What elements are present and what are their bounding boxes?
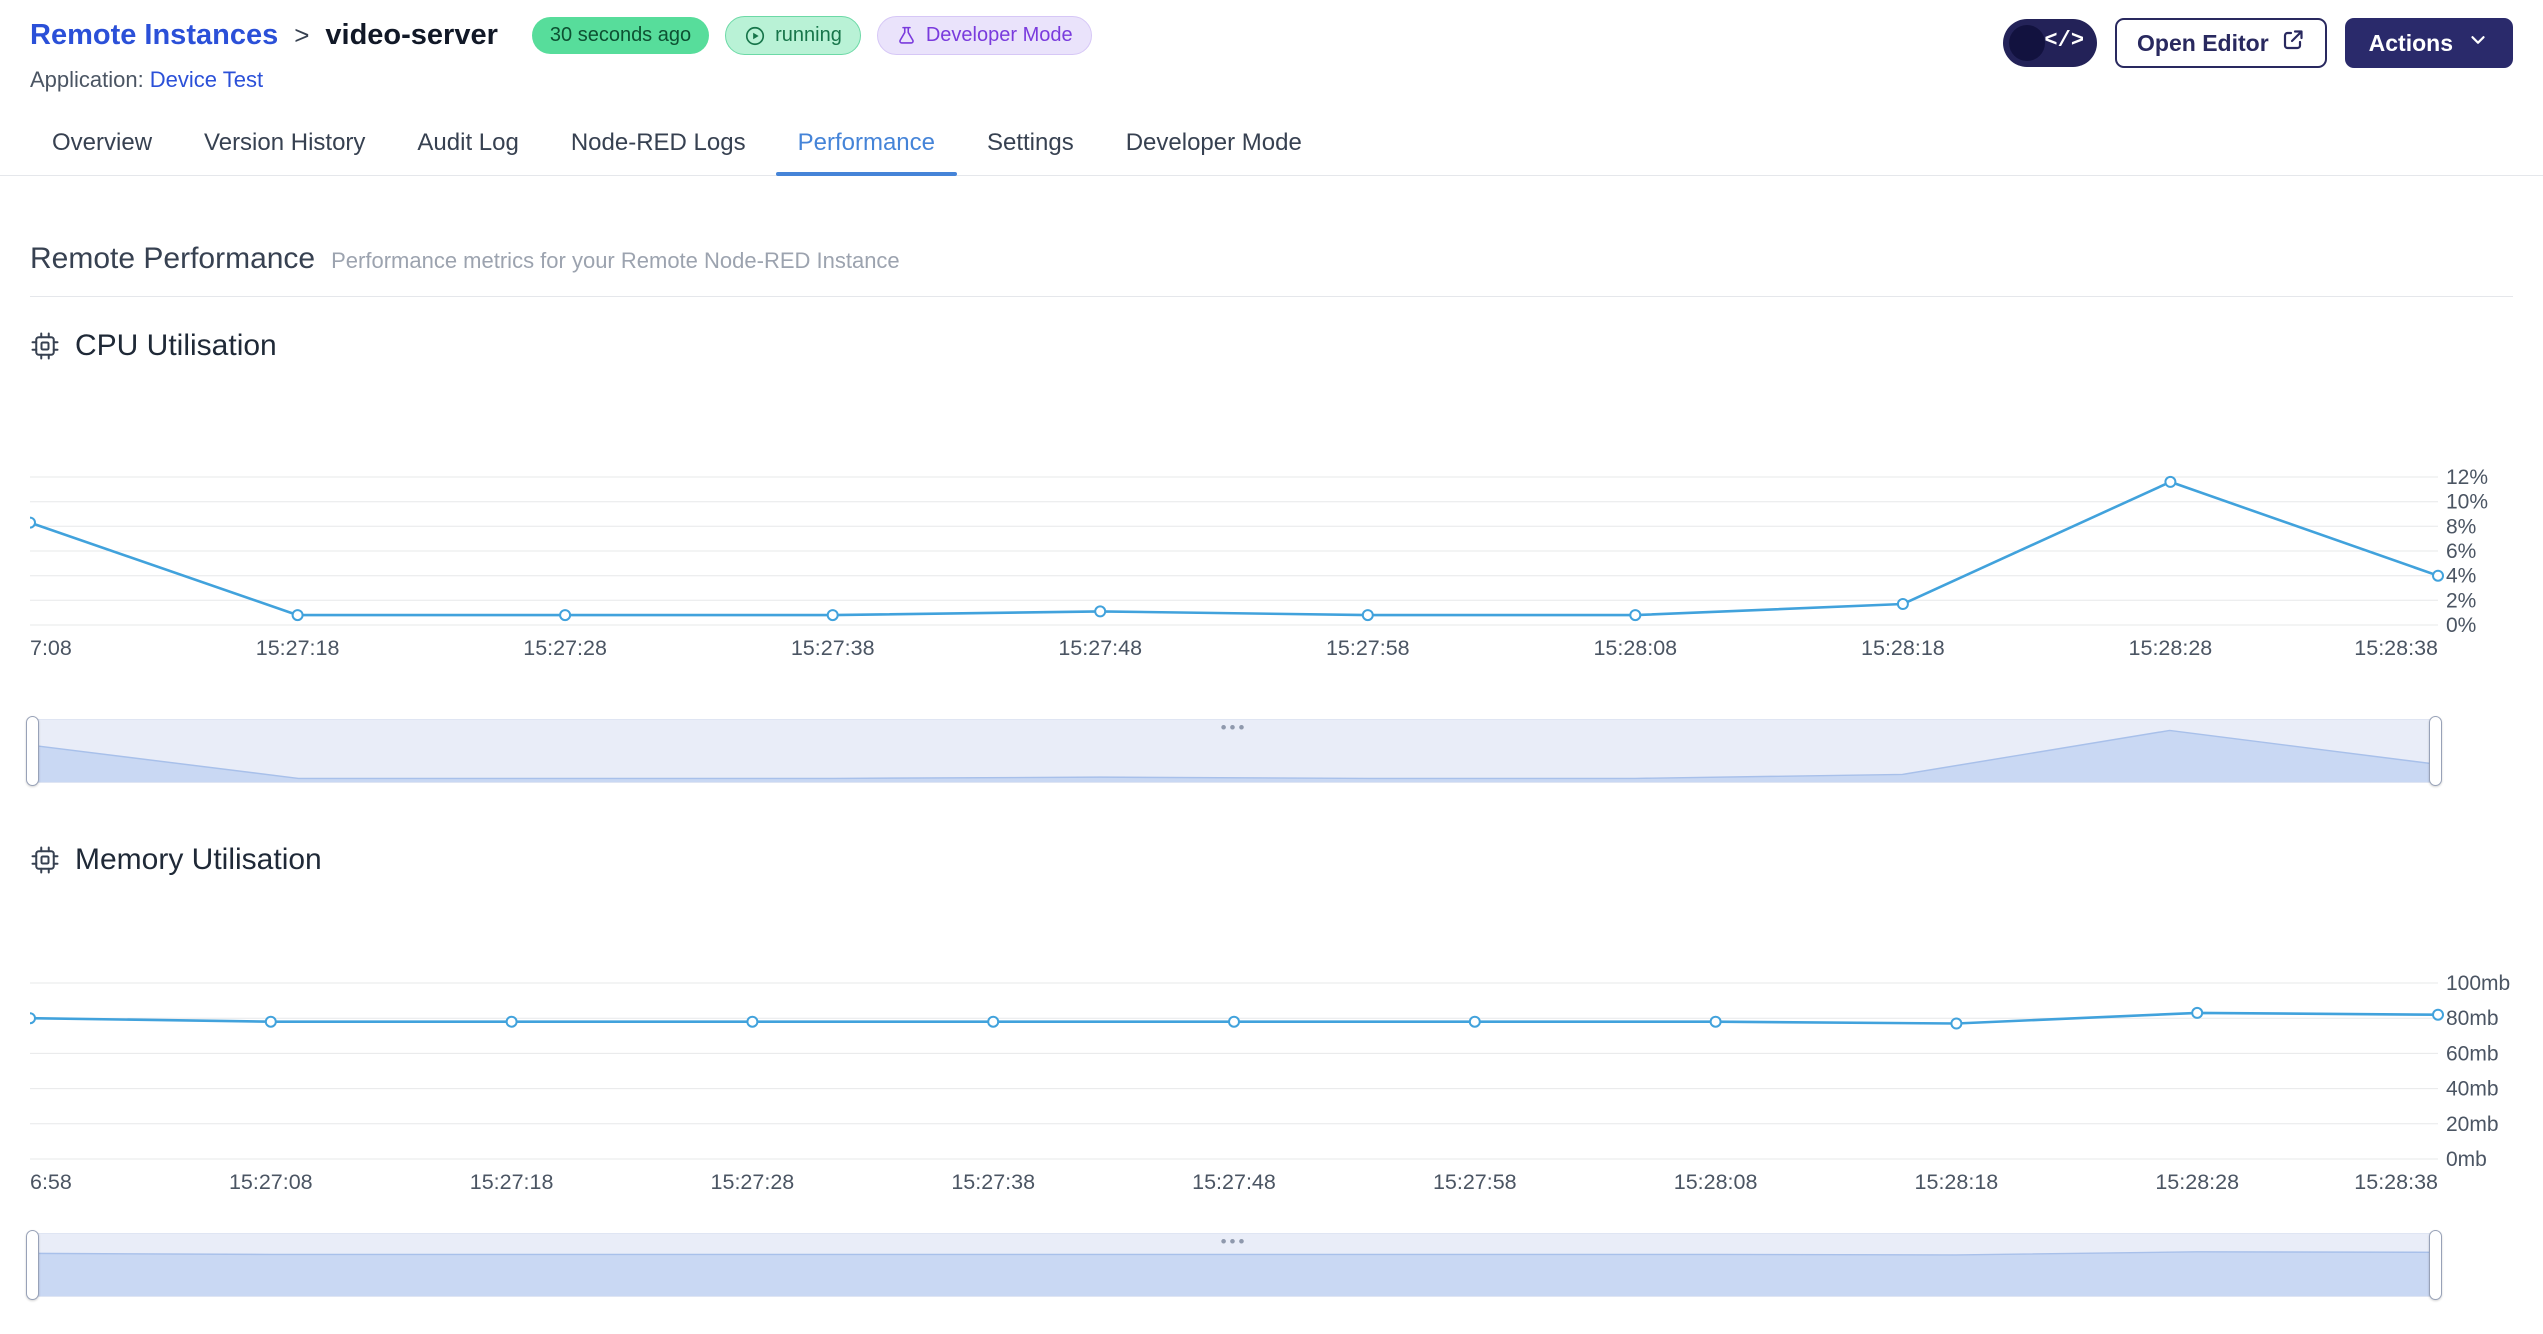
svg-text:15:27:38: 15:27:38 xyxy=(951,1170,1035,1194)
svg-text:10%: 10% xyxy=(2446,491,2488,514)
svg-text:15:28:18: 15:28:18 xyxy=(1861,636,1945,660)
page-title: Remote Performance xyxy=(30,242,316,275)
header-actions: </> Open Editor Actions xyxy=(2003,16,2513,68)
cpu-chart-navigator[interactable]: ••• xyxy=(26,716,2442,786)
memory-chip-icon xyxy=(30,845,60,875)
open-editor-button[interactable]: Open Editor xyxy=(2115,18,2327,68)
application-label: Application: xyxy=(30,67,144,92)
memory-chart: 0mb 20mb 40mb 60mb 80mb 100mb 6:58 15:27:08 15:2… xyxy=(30,972,2510,1194)
svg-text:15:27:28: 15:27:28 xyxy=(711,1170,795,1194)
cpu-section-title: CPU Utilisation xyxy=(75,329,277,362)
svg-text:15:27:08: 15:27:08 xyxy=(229,1170,313,1194)
svg-text:15:27:18: 15:27:18 xyxy=(470,1170,554,1194)
page-subtitle: Performance metrics for your Remote Node… xyxy=(331,248,900,273)
cpu-section-header: CPU Utilisation xyxy=(30,329,2513,363)
svg-text:2%: 2% xyxy=(2446,589,2476,612)
header-left: Remote Instances > video-server 30 secon… xyxy=(30,16,1092,93)
svg-text:4%: 4% xyxy=(2446,565,2476,588)
status-label: running xyxy=(775,24,842,46)
actions-label: Actions xyxy=(2368,29,2453,56)
developer-mode-badge: Developer Mode xyxy=(876,16,1092,55)
play-circle-icon xyxy=(744,25,766,47)
svg-text:15:27:18: 15:27:18 xyxy=(256,636,340,660)
svg-text:15:27:58: 15:27:58 xyxy=(1433,1170,1517,1194)
svg-text:0mb: 0mb xyxy=(2446,1148,2487,1171)
last-seen-badge: 30 seconds ago xyxy=(531,17,710,54)
tab-node-red-logs[interactable]: Node-RED Logs xyxy=(549,115,768,175)
svg-text:20mb: 20mb xyxy=(2446,1113,2499,1136)
svg-text:15:28:28: 15:28:28 xyxy=(2129,636,2213,660)
memory-navigator-grip[interactable]: ••• xyxy=(1221,1233,1248,1250)
application-row: Application: Device Test xyxy=(30,67,1092,93)
tab-performance[interactable]: Performance xyxy=(775,115,958,176)
beaker-icon xyxy=(896,25,917,46)
memory-section-header: Memory Utilisation xyxy=(30,843,2513,877)
svg-text:15:27:48: 15:27:48 xyxy=(1192,1170,1276,1194)
external-link-icon xyxy=(2281,28,2305,58)
svg-text:15:27:28: 15:27:28 xyxy=(523,636,607,660)
memory-chart-navigator[interactable]: ••• xyxy=(26,1230,2442,1300)
svg-text:15:28:18: 15:28:18 xyxy=(1915,1170,1999,1194)
tab-audit-log[interactable]: Audit Log xyxy=(395,115,540,175)
chevron-down-icon xyxy=(2467,29,2489,57)
code-icon: </> xyxy=(2044,28,2085,53)
svg-text:80mb: 80mb xyxy=(2446,1007,2499,1030)
cpu-navigator-grip[interactable]: ••• xyxy=(1221,719,1248,736)
main-content: Remote Performance Performance metrics f… xyxy=(0,242,2543,1300)
tab-developer-mode[interactable]: Developer Mode xyxy=(1104,115,1324,175)
svg-text:15:28:28: 15:28:28 xyxy=(2155,1170,2239,1194)
title-row: Remote Instances > video-server 30 secon… xyxy=(30,16,1092,55)
cpu-navigator-handle-right[interactable] xyxy=(2429,716,2442,786)
svg-text:40mb: 40mb xyxy=(2446,1078,2499,1101)
tab-bar: Overview Version History Audit Log Node-… xyxy=(0,115,2543,176)
memory-navigator-handle-right[interactable] xyxy=(2429,1230,2442,1300)
tab-overview[interactable]: Overview xyxy=(30,115,174,175)
svg-text:15:28:38: 15:28:38 xyxy=(2354,1170,2438,1194)
svg-text:15:27:38: 15:27:38 xyxy=(791,636,875,660)
page-header: Remote Instances > video-server 30 secon… xyxy=(0,0,2543,93)
actions-button[interactable]: Actions xyxy=(2344,18,2513,68)
status-badge: running xyxy=(725,16,861,55)
svg-text:15:28:38: 15:28:38 xyxy=(2354,636,2438,660)
svg-text:15:27:58: 15:27:58 xyxy=(1326,636,1410,660)
tab-settings[interactable]: Settings xyxy=(965,115,1096,175)
svg-text:15:27:48: 15:27:48 xyxy=(1058,636,1142,660)
svg-text:15:28:08: 15:28:08 xyxy=(1593,636,1677,660)
developer-mode-toggle[interactable]: </> xyxy=(2003,19,2098,67)
instance-name: video-server xyxy=(325,19,498,51)
cpu-navigator-handle-left[interactable] xyxy=(26,716,39,786)
open-editor-label: Open Editor xyxy=(2137,29,2269,56)
tab-version-history[interactable]: Version History xyxy=(182,115,387,175)
last-seen-label: 30 seconds ago xyxy=(549,24,692,46)
cpu-chip-icon xyxy=(30,331,60,361)
cpu-chart: 0%2%4%6%8%10%12% 7:08 15:27:18 15:27:28 15:2… xyxy=(30,466,2488,660)
svg-text:60mb: 60mb xyxy=(2446,1042,2499,1065)
application-link[interactable]: Device Test xyxy=(150,67,263,92)
svg-text:7:08: 7:08 xyxy=(30,636,72,660)
memory-section-title: Memory Utilisation xyxy=(75,843,322,876)
svg-text:0%: 0% xyxy=(2446,614,2476,637)
memory-navigator-handle-left[interactable] xyxy=(26,1230,39,1300)
svg-text:6%: 6% xyxy=(2446,540,2476,563)
breadcrumb-remote-instances[interactable]: Remote Instances xyxy=(30,19,278,52)
toggle-knob xyxy=(2009,25,2046,61)
developer-mode-label: Developer Mode xyxy=(925,24,1073,46)
breadcrumb-separator: > xyxy=(294,20,310,50)
svg-text:6:58: 6:58 xyxy=(30,1170,72,1194)
svg-text:12%: 12% xyxy=(2446,466,2488,489)
svg-text:100mb: 100mb xyxy=(2446,972,2510,995)
performance-header: Remote Performance Performance metrics f… xyxy=(30,242,2513,297)
svg-text:15:28:08: 15:28:08 xyxy=(1674,1170,1758,1194)
svg-text:8%: 8% xyxy=(2446,515,2476,538)
